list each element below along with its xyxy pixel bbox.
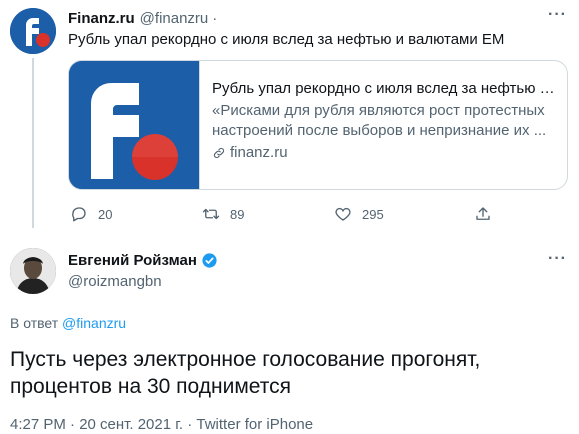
parent-tweet-text: Рубль упал рекордно с июля вслед за нефт… [68, 31, 505, 48]
verified-badge-icon [202, 253, 217, 268]
author-name[interactable]: Евгений Ройзман [68, 252, 197, 269]
reply-icon [72, 207, 86, 222]
reply-action[interactable]: 20 [70, 205, 112, 223]
author-avatar[interactable] [10, 248, 56, 294]
card-description: «Рисками для рубля являются рост протест… [212, 102, 547, 139]
link-icon [213, 147, 225, 159]
header-separator: · [212, 9, 218, 27]
link-preview-card[interactable]: Рубль упал рекордно с июля вслед за нефт… [68, 60, 568, 190]
finanz-logo-icon [10, 8, 56, 54]
reply-to-link[interactable]: @finanzru [62, 315, 126, 331]
like-count: 295 [362, 206, 384, 222]
reply-prefix: В ответ [10, 315, 59, 331]
tweet-meta[interactable]: 4:27 PM · 20 сент. 2021 г. · Twitter for… [10, 416, 313, 433]
card-domain-text: finanz.ru [230, 144, 288, 161]
retweet-count: 89 [230, 206, 245, 222]
parent-avatar[interactable] [10, 8, 56, 54]
author-name-row: Евгений Ройзман [68, 252, 218, 269]
parent-author-name[interactable]: Finanz.ru [68, 10, 135, 27]
share-icon [476, 207, 490, 220]
author-photo-icon [10, 248, 56, 294]
tweet-text: Пусть через электронное голосование прог… [10, 348, 481, 398]
parent-author-handle[interactable]: @finanzru [140, 10, 209, 27]
finanz-logo-large-icon [69, 61, 199, 189]
like-icon [335, 207, 351, 221]
card-thumbnail [69, 61, 199, 189]
reply-context: В ответ @finanzru [10, 315, 126, 331]
reply-count: 20 [98, 206, 113, 222]
parent-tweet-header: Finanz.ru @finanzru · [68, 8, 221, 28]
like-action[interactable]: 295 [334, 205, 384, 223]
thread-connector-line [32, 58, 34, 228]
parent-more-options-icon[interactable]: ··· [548, 6, 567, 24]
tweet-more-options-icon[interactable]: ··· [548, 250, 567, 268]
card-domain: finanz.ru [212, 143, 555, 163]
card-body: Рубль упал рекордно с июля вслед за нефт… [199, 61, 567, 189]
share-action[interactable] [474, 205, 492, 223]
retweet-icon [202, 208, 220, 220]
author-handle[interactable]: @roizmangbn [68, 273, 162, 290]
card-title: Рубль упал рекордно с июля вслед за нефт… [212, 80, 555, 97]
retweet-action[interactable]: 89 [202, 205, 244, 223]
